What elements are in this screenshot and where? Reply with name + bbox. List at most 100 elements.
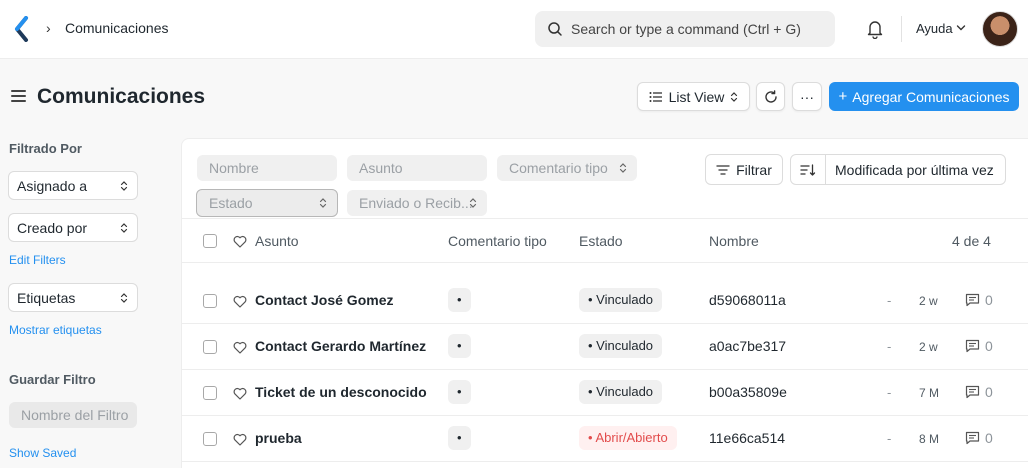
row-dash: - [887, 339, 892, 354]
assigned-to-label: Asignado a [17, 178, 88, 194]
row-checkbox[interactable] [203, 294, 217, 308]
row-checkbox[interactable] [203, 340, 217, 354]
user-avatar[interactable] [982, 11, 1018, 47]
edit-filters-link[interactable]: Edit Filters [9, 253, 66, 267]
list-panel: Nombre Asunto Comentario tipo Estado Env… [181, 138, 1028, 468]
sort-selector: Modificada por última vez [790, 154, 1006, 185]
select-updown-icon [120, 293, 128, 303]
chevron-down-icon[interactable] [956, 24, 966, 32]
list-row[interactable]: Contact Gerardo Martínez • • Vinculado a… [182, 324, 1028, 370]
page-title: Comunicaciones [37, 85, 206, 108]
show-saved-link[interactable]: Show Saved [9, 446, 76, 460]
comment-type-filter[interactable]: Comentario tipo [497, 155, 637, 181]
sidebar-toggle-icon[interactable] [11, 90, 26, 103]
show-tags-link[interactable]: Mostrar etiquetas [9, 323, 102, 337]
search-bar[interactable]: Search or type a command (Ctrl + G) [535, 11, 835, 47]
row-checkbox[interactable] [203, 432, 217, 446]
sort-order-icon [800, 163, 816, 176]
row-status-badge: • Vinculado [579, 380, 663, 404]
created-by-label: Creado por [17, 220, 88, 236]
row-name: 11e66ca514 [709, 430, 786, 446]
search-icon [548, 22, 562, 36]
comment-icon [965, 385, 980, 399]
add-comunicaciones-button[interactable]: + Agregar Comunicaciones [829, 82, 1019, 111]
row-status-badge: • Vinculado [579, 334, 663, 358]
filter-heading: Filtrado Por [9, 141, 82, 156]
app-logo-icon[interactable] [14, 16, 30, 42]
created-by-filter[interactable]: Creado por [8, 213, 138, 242]
row-comment-type: • [448, 380, 471, 404]
select-updown-icon [120, 181, 128, 191]
filter-button-label: Filtrar [736, 161, 772, 178]
row-subject[interactable]: Contact José Gomez [255, 292, 393, 308]
select-all-checkbox[interactable] [203, 234, 217, 248]
row-modified-ago: 8 M [919, 432, 940, 446]
comment-icon [965, 293, 980, 307]
row-modified-ago: 7 M [919, 386, 940, 400]
list-row[interactable]: Contact José Gomez • • Vinculado d590680… [182, 278, 1028, 324]
list-row[interactable]: Ticket de un desconocido • • Vinculado b… [182, 370, 1028, 416]
filter-button[interactable]: Filtrar [705, 154, 783, 185]
list-header: Asunto Comentario tipo Estado Nombre 4 d… [182, 218, 1028, 263]
row-status-badge: • Abrir/Abierto [579, 426, 677, 450]
plus-icon: + [838, 88, 848, 105]
search-placeholder: Search or type a command (Ctrl + G) [571, 21, 801, 37]
select-updown-icon [731, 91, 738, 102]
heart-icon[interactable] [233, 341, 247, 354]
help-dropdown[interactable]: Ayuda [916, 21, 953, 36]
row-subject[interactable]: Contact Gerardo Martínez [255, 338, 426, 354]
comment-type-filter-label: Comentario tipo [509, 160, 608, 176]
assigned-to-filter[interactable]: Asignado a [8, 171, 138, 200]
tags-label: Etiquetas [17, 290, 76, 306]
list-icon [649, 91, 662, 102]
row-comment-type: • [448, 288, 471, 312]
row-comment-count: 0 [985, 292, 993, 308]
select-updown-icon [319, 198, 327, 208]
row-dash: - [887, 385, 892, 400]
sort-direction-button[interactable] [791, 155, 826, 184]
row-checkbox[interactable] [203, 386, 217, 400]
column-header-name[interactable]: Nombre [709, 233, 759, 249]
filter-icon [716, 164, 730, 175]
breadcrumb-separator-icon: › [46, 20, 51, 36]
row-dash: - [887, 431, 892, 446]
sort-by-button[interactable]: Modificada por última vez [826, 155, 1005, 184]
row-subject[interactable]: Ticket de un desconocido [255, 384, 427, 400]
refresh-button[interactable] [756, 82, 785, 111]
list-view-switcher[interactable]: List View [637, 82, 750, 111]
tags-filter[interactable]: Etiquetas [8, 283, 138, 312]
row-dash: - [887, 293, 892, 308]
heart-icon[interactable] [233, 235, 247, 248]
notification-bell-icon[interactable] [866, 19, 884, 39]
row-subject[interactable]: prueba [255, 430, 302, 446]
row-comment-count: 0 [985, 384, 993, 400]
subject-filter-input[interactable]: Asunto [347, 155, 487, 181]
refresh-icon [764, 89, 777, 103]
status-filter[interactable]: Estado [196, 189, 338, 217]
select-updown-icon [120, 223, 128, 233]
row-name: b00a35809e [709, 384, 787, 400]
sent-received-filter[interactable]: Enviado o Recib... [347, 190, 487, 216]
row-name: a0ac7be317 [709, 338, 787, 354]
more-actions-button[interactable]: ··· [792, 82, 822, 111]
heart-icon[interactable] [233, 295, 247, 308]
name-filter-input[interactable]: Nombre [197, 155, 337, 181]
filter-name-input[interactable]: Nombre del Filtro [9, 402, 137, 428]
sent-received-filter-label: Enviado o Recib... [359, 195, 473, 211]
column-header-comment-type[interactable]: Comentario tipo [448, 233, 547, 249]
heart-icon[interactable] [233, 387, 247, 400]
column-header-subject[interactable]: Asunto [255, 233, 299, 249]
record-count: 4 de 4 [952, 233, 991, 249]
row-comment-type: • [448, 426, 471, 450]
top-navbar: › Comunicaciones Search or type a comman… [0, 0, 1028, 59]
row-modified-ago: 2 w [919, 294, 938, 308]
add-button-label: Agregar Comunicaciones [852, 88, 1010, 105]
column-header-status[interactable]: Estado [579, 233, 623, 249]
list-row[interactable]: prueba • • Abrir/Abierto 11e66ca514 - 8 … [182, 416, 1028, 462]
comment-icon [965, 431, 980, 445]
heart-icon[interactable] [233, 433, 247, 446]
row-modified-ago: 2 w [919, 340, 938, 354]
breadcrumb-comunicaciones[interactable]: Comunicaciones [65, 20, 169, 36]
navbar-divider [901, 16, 902, 42]
row-comment-count: 0 [985, 338, 993, 354]
